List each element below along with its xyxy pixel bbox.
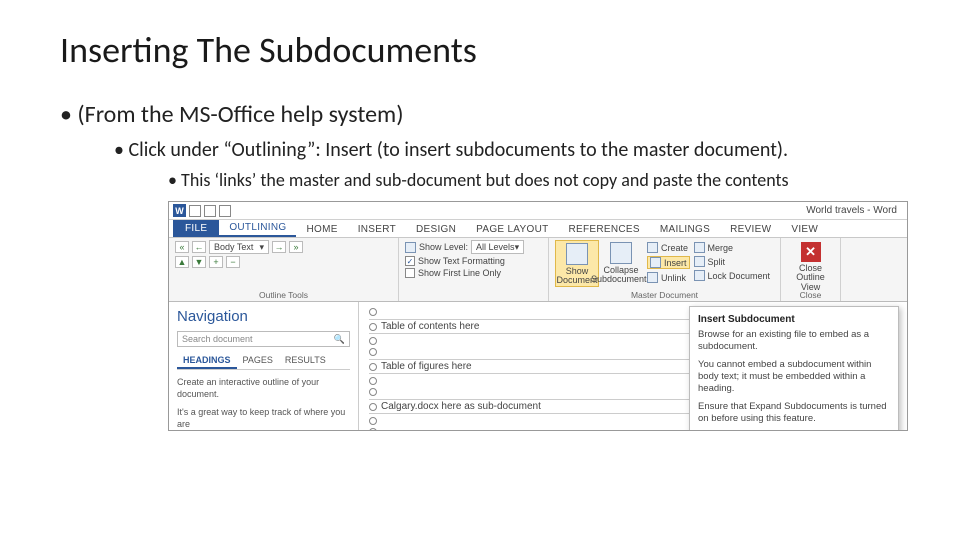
- tab-design[interactable]: DESIGN: [406, 222, 466, 237]
- tab-page-layout[interactable]: PAGE LAYOUT: [466, 222, 558, 237]
- quick-access-toolbar: W: [173, 204, 231, 217]
- document-title: World travels - Word: [806, 205, 897, 216]
- move-down-icon[interactable]: ▼: [192, 256, 206, 268]
- group-close: ✕ Close Outline View Close: [781, 238, 841, 301]
- word-screenshot: W World travels - Word FILE OUTLINING HO…: [168, 201, 908, 431]
- insert-subdocument-tooltip: Insert Subdocument Browse for an existin…: [689, 306, 899, 431]
- tab-references[interactable]: REFERENCES: [559, 222, 650, 237]
- nav-tab-results[interactable]: RESULTS: [279, 353, 332, 369]
- word-icon: W: [173, 204, 186, 217]
- lock-document-button[interactable]: Lock Document: [708, 271, 771, 281]
- ribbon-tabs: FILE OUTLINING HOME INSERT DESIGN PAGE L…: [169, 220, 907, 238]
- outline-marker-icon: [369, 348, 377, 356]
- bullet-level-3: This ‘links’ the master and sub-document…: [168, 169, 900, 191]
- show-document-icon: [566, 243, 588, 265]
- outline-marker-icon: [369, 388, 377, 396]
- outline-marker-icon: [369, 428, 377, 431]
- collapse-icon[interactable]: −: [226, 256, 240, 268]
- outline-marker-icon: [369, 337, 377, 345]
- show-level-dropdown[interactable]: All Levels▾: [471, 240, 524, 254]
- collapse-subdocs-label: Collapse Subdocuments: [591, 266, 651, 285]
- collapse-subdocs-icon: [610, 242, 632, 264]
- close-icon: ✕: [801, 242, 821, 262]
- navigation-tabs: HEADINGS PAGES RESULTS: [177, 353, 350, 370]
- nav-tab-headings[interactable]: HEADINGS: [177, 353, 237, 369]
- outline-marker-icon: [369, 323, 377, 331]
- show-level-label: Show Level:: [419, 242, 468, 252]
- move-up-icon[interactable]: ▲: [175, 256, 189, 268]
- outline-marker-icon: [369, 363, 377, 371]
- demote-icon[interactable]: →: [272, 241, 286, 253]
- tab-mailings[interactable]: MAILINGS: [650, 222, 720, 237]
- slide-title: Inserting The Subdocuments: [60, 28, 900, 72]
- tab-file[interactable]: FILE: [173, 220, 219, 237]
- tooltip-title: Insert Subdocument: [698, 313, 890, 326]
- show-first-line-label: Show First Line Only: [418, 268, 501, 278]
- undo-icon[interactable]: [204, 205, 216, 217]
- demote-double-icon[interactable]: »: [289, 241, 303, 253]
- insert-subdoc-icon: [650, 257, 661, 268]
- title-bar: W World travels - Word: [169, 202, 907, 220]
- outline-tof: Table of figures here: [381, 361, 472, 372]
- create-icon: [647, 242, 658, 253]
- show-level-value: All Levels: [476, 242, 515, 252]
- search-icon: 🔍: [334, 334, 345, 345]
- checkbox-first-line[interactable]: [405, 268, 415, 278]
- group-outline-tools: « ← Body Text ▾ → » ▲ ▼ + − Outline Tools: [169, 238, 399, 301]
- group-label-close: Close: [781, 290, 840, 300]
- split-button[interactable]: Split: [708, 257, 726, 267]
- search-placeholder: Search document: [182, 334, 253, 344]
- chevron-down-icon: ▾: [259, 242, 264, 253]
- outline-marker-icon: [369, 403, 377, 411]
- lock-icon: [694, 270, 705, 281]
- split-icon: [694, 256, 705, 267]
- ribbon: « ← Body Text ▾ → » ▲ ▼ + − Outline Tools…: [169, 238, 907, 302]
- merge-button[interactable]: Merge: [708, 243, 734, 253]
- collapse-subdocuments-button[interactable]: Collapse Subdocuments: [599, 240, 643, 285]
- navigation-pane: Navigation Search document 🔍 HEADINGS PA…: [169, 302, 359, 430]
- merge-icon: [694, 242, 705, 253]
- outline-toc: Table of contents here: [381, 321, 479, 332]
- unlink-icon: [647, 272, 658, 283]
- outline-marker-icon: [369, 308, 377, 316]
- show-text-formatting-label: Show Text Formatting: [418, 256, 505, 266]
- checkbox-text-formatting[interactable]: ✓: [405, 256, 415, 266]
- redo-icon[interactable]: [219, 205, 231, 217]
- close-outline-label: Close Outline View: [789, 264, 833, 292]
- unlink-button[interactable]: Unlink: [661, 273, 686, 283]
- nav-hint-1: Create an interactive outline of your do…: [177, 376, 350, 400]
- tab-view[interactable]: VIEW: [781, 222, 828, 237]
- promote-icon[interactable]: ←: [192, 241, 206, 253]
- tab-insert[interactable]: INSERT: [348, 222, 406, 237]
- group-show-options: Show Level:All Levels▾ ✓Show Text Format…: [399, 238, 549, 301]
- expand-icon[interactable]: +: [209, 256, 223, 268]
- tab-outlining[interactable]: OUTLINING: [219, 220, 296, 237]
- close-outline-view-button[interactable]: ✕ Close Outline View: [789, 240, 833, 292]
- group-label-master-document: Master Document: [549, 290, 780, 300]
- group-label-outline-tools: Outline Tools: [169, 290, 398, 300]
- navigation-title: Navigation: [177, 308, 350, 325]
- save-icon[interactable]: [189, 205, 201, 217]
- outline-level-value: Body Text: [214, 242, 253, 252]
- create-button[interactable]: Create: [661, 243, 688, 253]
- nav-tab-pages[interactable]: PAGES: [237, 353, 279, 369]
- search-input[interactable]: Search document 🔍: [177, 331, 350, 347]
- outline-level-dropdown[interactable]: Body Text ▾: [209, 240, 269, 254]
- promote-double-icon[interactable]: «: [175, 241, 189, 253]
- tooltip-line-3: Ensure that Expand Subdocuments is turne…: [698, 401, 890, 426]
- outline-marker-icon: [369, 417, 377, 425]
- group-master-document: Show Document Collapse Subdocuments Crea…: [549, 238, 781, 301]
- bullet-level-2: Click under “Outlining”: Insert (to inse…: [114, 137, 900, 163]
- outline-marker-icon: [369, 377, 377, 385]
- tab-review[interactable]: REVIEW: [720, 222, 781, 237]
- tooltip-line-2: You cannot embed a subdocument within bo…: [698, 359, 890, 396]
- tooltip-line-1: Browse for an existing file to embed as …: [698, 329, 890, 354]
- tab-home[interactable]: HOME: [296, 222, 347, 237]
- bullet-level-1: (From the MS-Office help system): [60, 100, 900, 129]
- insert-button[interactable]: Insert: [664, 258, 687, 268]
- chevron-down-icon: ▾: [515, 242, 520, 253]
- nav-hint-2: It's a great way to keep track of where …: [177, 406, 350, 430]
- outline-calgary: Calgary.docx here as sub-document: [381, 401, 541, 412]
- show-level-icon: [405, 242, 416, 253]
